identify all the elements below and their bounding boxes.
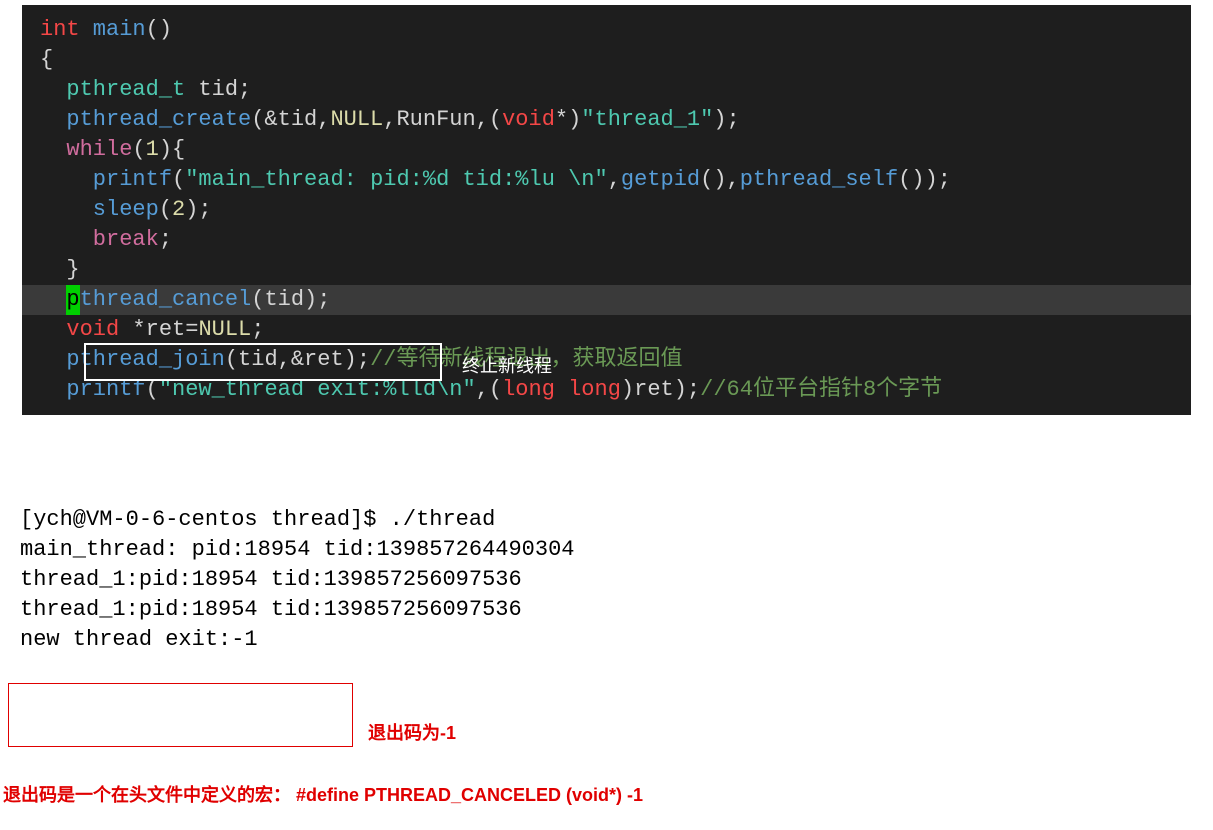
code-line-10: } xyxy=(22,255,1191,285)
annotation-terminate-thread: 终止新线程 xyxy=(462,351,552,381)
code-line-9: break; xyxy=(22,225,1191,255)
exit-code-highlight-box xyxy=(8,683,353,747)
terminal-line-4: thread_1:pid:18954 tid:139857256097536 xyxy=(20,597,522,622)
code-line-12: void *ret=NULL; xyxy=(22,315,1191,345)
code-line-3: pthread_t tid; xyxy=(22,75,1191,105)
macro-definition-note: 退出码是一个在头文件中定义的宏： #define PTHREAD_CANCELE… xyxy=(3,781,643,807)
code-line-1: int main() xyxy=(22,15,1191,45)
code-line-2: { xyxy=(22,45,1191,75)
code-line-7: printf("main_thread: pid:%d tid:%lu \n",… xyxy=(22,165,1191,195)
code-line-11-highlighted: pthread_cancel(tid); xyxy=(22,285,1191,315)
terminal-output: [ych@VM-0-6-centos thread]$ ./thread mai… xyxy=(20,475,1213,655)
code-editor[interactable]: int main() { pthread_t tid; pthread_crea… xyxy=(22,5,1191,415)
terminal-line-3: thread_1:pid:18954 tid:139857256097536 xyxy=(20,567,522,592)
terminal-line-5: new thread exit:-1 xyxy=(20,627,258,652)
code-line-14: printf("new_thread exit:%lld\n",(long lo… xyxy=(22,375,1191,405)
terminal-line-2: main_thread: pid:18954 tid:1398572644903… xyxy=(20,537,575,562)
code-line-6: while(1){ xyxy=(22,135,1191,165)
code-line-13: pthread_join(tid,&ret);//等待新线程退出，获取返回值 xyxy=(22,345,1191,375)
code-line-4: pthread_create(&tid,NULL,RunFun,(void*)"… xyxy=(22,105,1191,135)
cursor-position: p xyxy=(66,285,79,315)
exit-code-label: 退出码为-1 xyxy=(368,719,456,745)
terminal-line-1: [ych@VM-0-6-centos thread]$ ./thread xyxy=(20,507,495,532)
code-line-8: sleep(2); xyxy=(22,195,1191,225)
